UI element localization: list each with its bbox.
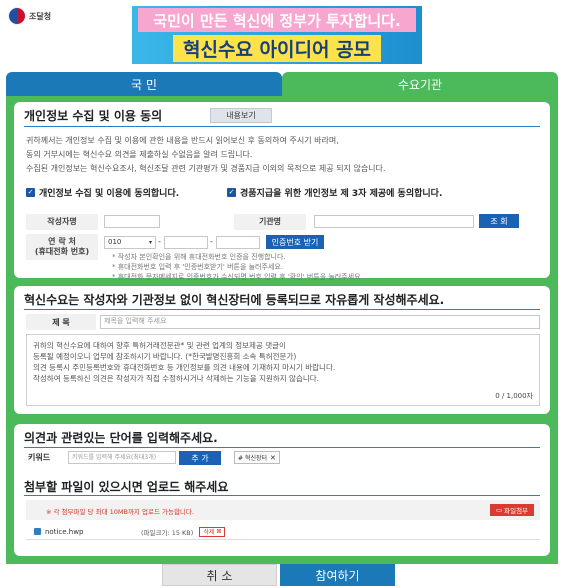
divider: [24, 126, 540, 127]
privacy-line-3: 수집된 개인정보는 혁신수요조사, 혁신조달 관련 기관평가 및 경품지급 이외…: [26, 164, 386, 173]
consent-privacy-label: 개인정보 수집 및 이용에 동의합니다.: [39, 189, 180, 199]
tab-citizen[interactable]: 국 민: [6, 72, 282, 96]
checkbox-checked-icon: ✓: [227, 188, 236, 197]
campaign-banner: 국민이 만든 혁신에 정부가 투자합니다. 혁신수요 아이디어 공모: [132, 6, 422, 64]
banner-tagline: 국민이 만든 혁신에 정부가 투자합니다.: [138, 8, 416, 32]
char-counter: 0 / 1,000자: [495, 392, 533, 400]
privacy-line-1: 귀하께서는 개인정보 수집 및 이용에 관한 내용을 반드시 읽어보신 후 동의…: [26, 136, 339, 145]
phone-note-1: * 작성자 본인확인을 위해 휴대전화번호 인증을 진행합니다.: [112, 253, 286, 261]
close-icon[interactable]: ✕: [270, 454, 276, 462]
privacy-title: 개인정보 수집 및 이용 동의: [24, 109, 163, 123]
org-name: 조달청: [29, 11, 52, 21]
checkbox-checked-icon: ✓: [26, 188, 35, 197]
phone-prefix-select[interactable]: 010 ▾: [104, 236, 156, 249]
attach-file-label: 파일첨부: [504, 507, 529, 515]
body-placeholder: 귀하의 혁신수요에 대하여 향후 특허거래전문관* 및 관련 업계의 정보제공 …: [33, 340, 335, 384]
privacy-section: 개인정보 수집 및 이용 동의 내용보기 귀하께서는 개인정보 수집 및 이용에…: [14, 102, 550, 281]
contact-label-sub: (휴대전화 번호): [34, 247, 90, 256]
body-line: 작성하여 등록하신 의견은 작성자가 직접 수정하시거나 삭제하는 기능을 지원…: [33, 374, 320, 383]
content-section: 혁신수요는 작성자와 기관정보 없이 혁신장터에 등록되므로 자유롭게 작성해주…: [14, 286, 550, 414]
writer-input[interactable]: [104, 215, 160, 228]
body-line: 등록될 예정이오니 업무에 참조하시기 바랍니다. (*한국발명진흥회 소속 특…: [33, 352, 297, 361]
agency-input[interactable]: [314, 215, 474, 228]
body-line: 의견 등록시 주민등록번호와 휴대전화번호 등 개인정보를 의견 내용에 기재하…: [33, 363, 336, 372]
attachment-note: ※ 각 첨부파일 당 최대 10MB까지 업로드 가능합니다.: [46, 508, 194, 516]
phone-prefix-value: 010: [108, 238, 122, 246]
delete-label: 삭제: [203, 529, 215, 536]
phone-dash: -: [158, 237, 161, 246]
phone-dash: -: [210, 237, 213, 246]
consent-third-party-checkbox[interactable]: ✓ 경품지급을 위한 개인정보 제 3자 제공에 동의합니다.: [227, 186, 442, 199]
keyword-chip: # 혁신장터 ✕: [234, 451, 280, 464]
keyword-title: 의견과 관련있는 단어를 입력해주세요.: [24, 431, 218, 445]
request-verification-button[interactable]: 인증번호 받기: [266, 235, 324, 249]
keyword-input[interactable]: 키워드를 입력해 주세요(최대3개): [68, 451, 176, 464]
attach-file-button[interactable]: ▭ 파일첨부: [490, 504, 534, 516]
user-type-tabs: 국 민 수요기관: [6, 72, 558, 96]
phone-note-3: * 휴대전화 문자메세지로 인증번호가 수신되면 번호 입력 후 '확인' 버튼…: [112, 273, 361, 281]
contact-label: 연 락 처 (휴대전화 번호): [26, 234, 98, 260]
divider: [24, 447, 540, 448]
phone-last-input[interactable]: [216, 236, 260, 249]
page-header: 조달청 국민이 만든 혁신에 정부가 투자합니다. 혁신수요 아이디어 공모: [0, 0, 569, 70]
trash-icon: ⊠: [216, 528, 222, 535]
writer-label: 작성자명: [26, 214, 98, 230]
divider: [24, 495, 540, 496]
privacy-line-2: 동의 거부시에는 혁신수요 의견을 제출하실 수없음을 알려 드립니다.: [26, 150, 253, 159]
consent-third-party-label: 경품지급을 위한 개인정보 제 3자 제공에 동의합니다.: [240, 189, 443, 199]
body-textarea[interactable]: 귀하의 혁신수요에 대하여 향후 특허거래전문관* 및 관련 업계의 정보제공 …: [26, 334, 540, 406]
submit-button[interactable]: 참여하기: [280, 564, 395, 586]
divider: [24, 309, 540, 310]
subject-label: 제 목: [26, 314, 96, 330]
attachment-title: 첨부할 파일이 있으시면 업로드 해주세요: [24, 480, 229, 494]
tab-agency[interactable]: 수요기관: [282, 72, 558, 96]
pps-logo[interactable]: 조달청: [8, 6, 51, 26]
form-frame: 개인정보 수집 및 이용 동의 내용보기 귀하께서는 개인정보 수집 및 이용에…: [6, 96, 558, 564]
delete-file-button[interactable]: 삭제 ⊠: [199, 526, 226, 537]
attached-file-row: notice.hwp (파일크기: 15 KB) 삭제 ⊠: [26, 524, 540, 540]
keyword-chip-label: # 혁신장터: [238, 455, 268, 462]
file-icon: [34, 528, 41, 535]
banner-title-text: 혁신수요 아이디어 공모: [172, 34, 382, 62]
keyword-add-button[interactable]: 추 가: [179, 451, 221, 465]
attachment-bar: ※ 각 첨부파일 당 최대 10MB까지 업로드 가능합니다. ▭ 파일첨부: [26, 500, 540, 520]
content-title: 혁신수요는 작성자와 기관정보 없이 혁신장터에 등록되므로 자유롭게 작성해주…: [24, 293, 445, 307]
banner-title: 혁신수요 아이디어 공모: [132, 34, 422, 62]
agency-search-button[interactable]: 조 회: [479, 214, 519, 228]
view-terms-button[interactable]: 내용보기: [210, 108, 272, 123]
subject-input[interactable]: 제목을 입력해 주세요: [100, 315, 540, 329]
phone-middle-input[interactable]: [164, 236, 208, 249]
contact-label-main: 연 락 처: [48, 237, 76, 246]
file-name: notice.hwp: [45, 527, 84, 536]
keyword-attachment-section: 의견과 관련있는 단어를 입력해주세요. 키워드 키워드를 입력해 주세요(최대…: [14, 424, 550, 556]
folder-icon: ▭: [495, 506, 503, 514]
file-size: (파일크기: 15 KB): [141, 528, 194, 537]
chevron-down-icon: ▾: [148, 239, 152, 246]
consent-privacy-checkbox[interactable]: ✓ 개인정보 수집 및 이용에 동의합니다.: [26, 186, 179, 199]
body-line: 귀하의 혁신수요에 대하여 향후 특허거래전문관* 및 관련 업계의 정보제공 …: [33, 341, 286, 350]
taegeuk-logo-icon: [8, 7, 26, 25]
cancel-button[interactable]: 취 소: [162, 564, 277, 586]
keyword-label: 키워드: [28, 453, 51, 462]
agency-label: 기관명: [234, 214, 306, 230]
phone-note-2: * 휴대전화번호 입력 후 '인증번호받기' 버튼을 눌러주세요.: [112, 263, 284, 271]
